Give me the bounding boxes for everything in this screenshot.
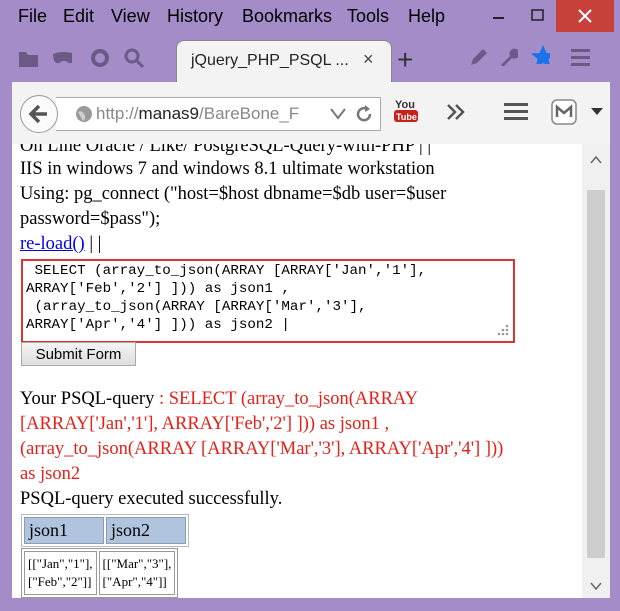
maximize-button[interactable] [520, 0, 556, 32]
url-bar[interactable]: http://manas9/BareBone_F [56, 97, 381, 131]
editor-line: ARRAY['Apr','4'] ])) as json2 | [26, 317, 290, 333]
overflow-chevrons-icon[interactable] [445, 103, 467, 121]
new-tab-button[interactable]: + [397, 46, 413, 74]
search-icon[interactable] [124, 48, 144, 68]
nav-bar: http://manas9/BareBone_F You Tube [12, 82, 610, 144]
reload-row: re-load() | | [20, 234, 101, 255]
table-cell-json1: [["Jan","1"], ["Feb","2"]] [24, 551, 97, 595]
svg-text:Tube: Tube [396, 112, 417, 122]
gear-icon[interactable] [90, 48, 110, 68]
pencil-icon[interactable] [468, 46, 488, 66]
menu-view[interactable]: View [111, 6, 150, 27]
resize-grip-icon[interactable] [495, 323, 509, 337]
page-content: On Line Oracle / Like/ PostgreSQL-Query-… [12, 144, 582, 598]
menu-bookmarks[interactable]: Bookmarks [242, 6, 332, 27]
menu-file[interactable]: File [18, 6, 47, 27]
column-header-json2: json2 [106, 517, 186, 544]
query-text: : SELECT (array_to_json(ARRAY [154, 389, 418, 409]
page-heading-line: On Line Oracle / Like/ PostgreSQL-Query-… [20, 144, 432, 156]
menu-tools[interactable]: Tools [347, 6, 389, 27]
scroll-up-icon[interactable] [590, 156, 602, 164]
reload-link[interactable]: re-load() [20, 234, 85, 254]
folder-icon[interactable] [18, 48, 38, 68]
tab-close-icon[interactable]: × [363, 49, 374, 70]
editor-line: (array_to_json(ARRAY [ARRAY['Mar','3'], [26, 299, 367, 315]
dropdown-arrow-icon[interactable] [330, 107, 346, 121]
result-table: [["Jan","1"], ["Feb","2"]] [["Mar","3"],[… [21, 548, 179, 598]
youtube-icon[interactable]: YouTube [392, 96, 420, 128]
editor-line: ARRAY['Feb','2'] ])) as json1 , [26, 281, 290, 297]
editor-line: SELECT (array_to_json(ARRAY [ARRAY['Jan'… [26, 263, 427, 279]
browser-tab[interactable]: jQuery_PHP_PSQL ... × [176, 40, 392, 83]
query-text: (array_to_json(ARRAY [ARRAY['Mar','3'], … [20, 439, 504, 459]
back-arrow-icon [28, 104, 47, 124]
reload-icon[interactable] [354, 104, 374, 124]
info-line: Using: pg_connect ("host=$host dbname=$d… [20, 184, 447, 204]
mask-icon[interactable] [52, 48, 72, 68]
back-button[interactable] [20, 95, 58, 133]
query-text: as json2 [20, 464, 81, 484]
caret-down-icon[interactable] [590, 107, 604, 117]
vertical-scrollbar[interactable] [582, 144, 610, 598]
scrollbar-thumb[interactable] [587, 190, 605, 558]
svg-text:You: You [395, 99, 415, 111]
table-row: [["Jan","1"], ["Feb","2"]] [["Mar","3"],[… [24, 551, 176, 595]
query-label: Your PSQL-query [20, 389, 155, 409]
maximize-icon [531, 9, 544, 21]
minimize-icon [493, 17, 504, 19]
query-text: [ARRAY['Jan','1'], ARRAY['Feb','2'] ])) … [20, 414, 390, 434]
shield-m-icon[interactable] [550, 98, 578, 126]
more-menu-icon[interactable] [570, 46, 590, 66]
minimize-button[interactable] [476, 0, 520, 32]
status-message: PSQL-query executed successfully. [20, 489, 283, 509]
globe-icon [76, 106, 92, 122]
hamburger-menu-icon[interactable] [503, 101, 529, 123]
wrench-icon[interactable] [498, 46, 518, 66]
menu-history[interactable]: History [167, 6, 223, 27]
query-textarea[interactable]: SELECT (array_to_json(ARRAY [ARRAY['Jan'… [21, 259, 515, 343]
reload-separator: | | [84, 234, 102, 254]
submit-form-button[interactable]: Submit Form [21, 342, 136, 366]
menu-help[interactable]: Help [408, 6, 445, 27]
window-close-button[interactable] [556, 0, 614, 32]
column-header-json1: json1 [24, 517, 104, 544]
bookmark-star-icon[interactable] [530, 44, 550, 64]
browser-window: File Edit View History Bookmarks Tools H… [0, 0, 620, 611]
url-text: http://manas9/BareBone_F [96, 104, 300, 123]
menu-edit[interactable]: Edit [63, 6, 94, 27]
tab-title: jQuery_PHP_PSQL ... [191, 52, 349, 69]
info-line: password=$pass"); [20, 209, 161, 229]
table-cell-json2: [["Mar","3"], ["Apr","4"]] [98, 551, 176, 595]
menu-bar: File Edit View History Bookmarks Tools H… [0, 0, 620, 34]
query-output-line: Your PSQL-query : SELECT (array_to_json(… [20, 389, 418, 410]
close-icon [578, 9, 592, 23]
result-header-table: json1 json2 [21, 514, 189, 547]
info-line: IIS in windows 7 and windows 8.1 ultimat… [20, 159, 435, 179]
scroll-down-icon[interactable] [590, 582, 602, 590]
